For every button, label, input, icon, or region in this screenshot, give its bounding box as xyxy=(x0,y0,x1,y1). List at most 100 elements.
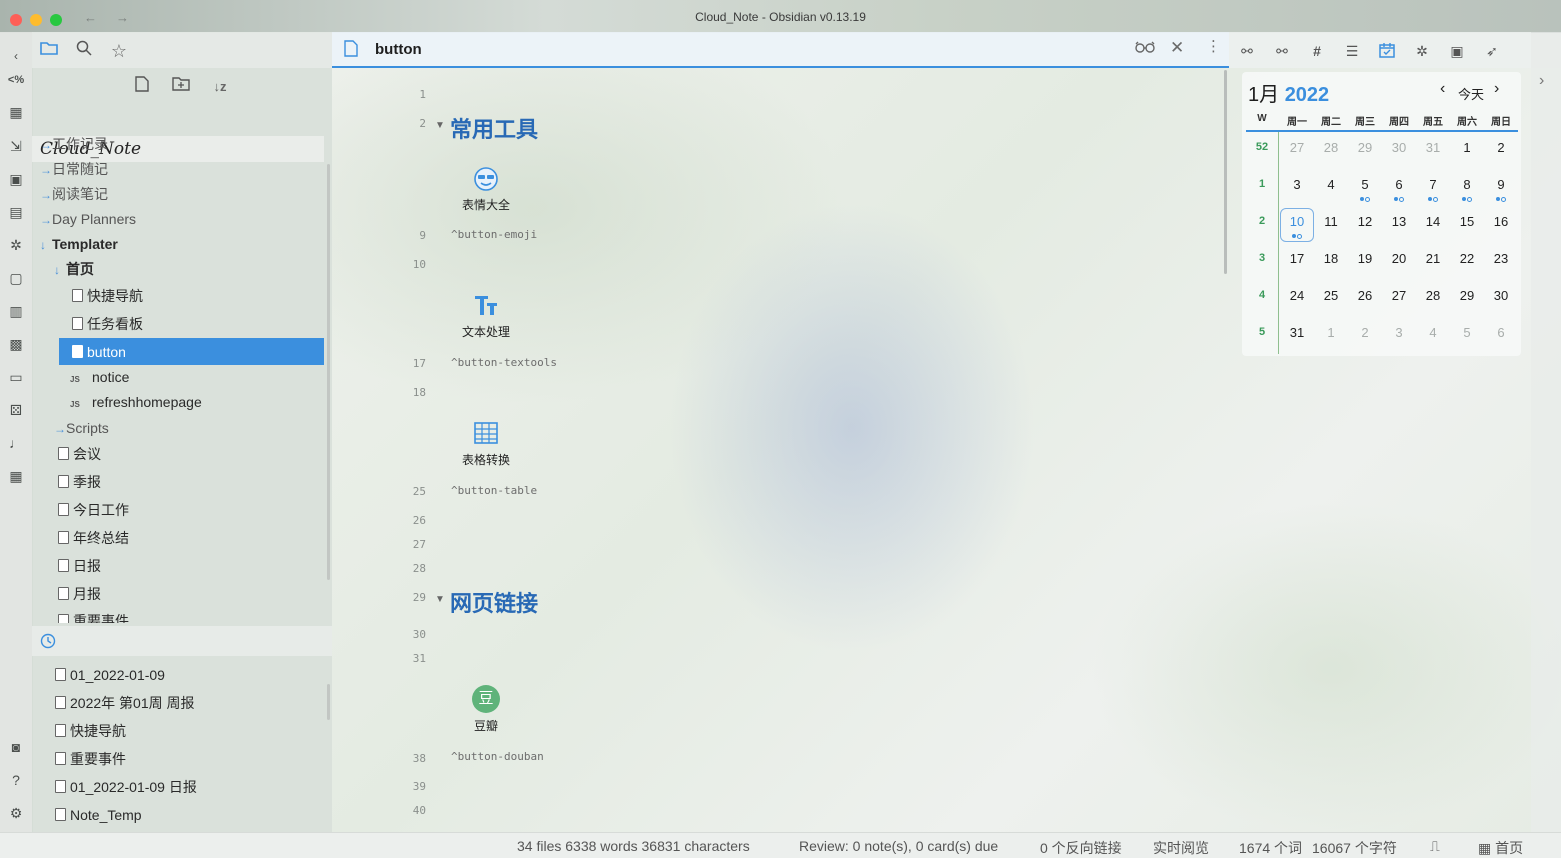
tree-file-refreshhomepage[interactable]: JS refreshhomepage xyxy=(70,390,202,414)
recent-file-item[interactable]: 重要事件 xyxy=(55,747,126,771)
tree-folder-day-planners[interactable]: →Day Planners xyxy=(40,207,136,231)
calendar-day[interactable]: 5 xyxy=(1450,325,1484,340)
calendar-day[interactable]: 18 xyxy=(1314,251,1348,266)
calendar-day[interactable]: 6 xyxy=(1382,177,1416,192)
star-icon[interactable]: ☆ xyxy=(108,40,130,62)
calendar-day[interactable]: 4 xyxy=(1314,177,1348,192)
calendar-day[interactable]: 20 xyxy=(1382,251,1416,266)
tree-file-月报[interactable]: 月报 xyxy=(58,582,101,606)
inbox-icon[interactable]: ▭ xyxy=(6,367,26,387)
tree-file-日报[interactable]: 日报 xyxy=(58,554,101,578)
calendar-day[interactable]: 4 xyxy=(1416,325,1450,340)
expand-right-panel-icon[interactable]: › xyxy=(1539,72,1544,90)
previous-month-icon[interactable]: ‹ xyxy=(1440,80,1445,98)
calendar-day[interactable]: 31 xyxy=(1280,325,1314,340)
tree-file-年终总结[interactable]: 年终总结 xyxy=(58,526,129,550)
tree-file-会议[interactable]: 会议 xyxy=(58,442,101,466)
sort-icon[interactable]: ↓z xyxy=(209,76,231,98)
calendar-day[interactable]: 16 xyxy=(1484,214,1518,229)
tree-file-任务看板[interactable]: 任务看板 xyxy=(72,312,143,336)
file-explorer-icon[interactable] xyxy=(38,40,60,62)
tree-folder-阅读笔记[interactable]: →阅读笔记 xyxy=(40,182,108,206)
tree-folder-templater[interactable]: ↓ Templater xyxy=(40,232,118,256)
graph-view-icon[interactable]: ✲ xyxy=(1413,42,1431,60)
close-tab-icon[interactable]: ✕ xyxy=(1170,38,1184,58)
calendar-day[interactable]: 21 xyxy=(1416,251,1450,266)
review-status[interactable]: Review: 0 note(s), 0 card(s) due xyxy=(799,838,998,854)
tree-scrollbar[interactable] xyxy=(327,164,330,580)
outgoing-links-icon[interactable]: ⚯ xyxy=(1273,42,1291,60)
tree-file-重要事件[interactable]: 重要事件 xyxy=(58,609,129,623)
settings-gear-icon[interactable]: ⚙ xyxy=(6,803,26,823)
calendar-day[interactable]: 6 xyxy=(1484,325,1518,340)
tags-hash-icon[interactable]: # xyxy=(1308,42,1326,60)
tree-folder-日常随记[interactable]: →日常随记 xyxy=(40,157,108,181)
more-options-icon[interactable]: ⋮ xyxy=(1206,37,1221,55)
calendar-day[interactable]: 29 xyxy=(1348,140,1382,155)
backlinks-icon[interactable]: ⚯ xyxy=(1238,42,1256,60)
calendar-day[interactable]: 9 xyxy=(1484,177,1518,192)
calendar-day[interactable]: 30 xyxy=(1382,140,1416,155)
book-icon[interactable]: ▣ xyxy=(6,169,26,189)
homepage-link[interactable]: ▦ 首页 xyxy=(1478,838,1523,858)
help-icon[interactable]: ? xyxy=(6,770,26,790)
calendar-day[interactable]: 31 xyxy=(1416,140,1450,155)
calendar-day[interactable]: 7 xyxy=(1416,177,1450,192)
tree-file-button[interactable]: button xyxy=(72,340,126,364)
notes-icon[interactable]: ▤ xyxy=(6,202,26,222)
backlinks-count[interactable]: 0 个反向链接 xyxy=(1040,838,1122,858)
today-button[interactable]: 今天 xyxy=(1458,84,1484,103)
note-title[interactable]: button xyxy=(375,41,422,58)
sync-icon[interactable]: ⎍ xyxy=(1430,838,1440,855)
calendar-day[interactable]: 15 xyxy=(1450,214,1484,229)
recent-file-item[interactable]: 2022年 第01周 周报 xyxy=(55,691,195,715)
recent-file-item[interactable]: 01_2022-01-09 日报 xyxy=(55,775,197,799)
week-number[interactable]: 52 xyxy=(1247,141,1277,153)
calendar-day[interactable]: 23 xyxy=(1484,251,1518,266)
cards-icon[interactable]: ▥ xyxy=(6,301,26,321)
calendar-day[interactable]: 1 xyxy=(1314,325,1348,340)
calendar-day[interactable]: 26 xyxy=(1348,288,1382,303)
recent-file-item[interactable]: 快捷导航 xyxy=(55,719,126,743)
recent-file-item[interactable]: 01_2022-01-09 xyxy=(55,663,165,687)
calendar-day[interactable]: 27 xyxy=(1280,140,1314,155)
vault-icon[interactable]: ◙ xyxy=(6,737,26,757)
microphone-icon[interactable]: ♩ xyxy=(6,433,26,453)
calendar-day[interactable]: 3 xyxy=(1382,325,1416,340)
outline-list-icon[interactable]: ☰ xyxy=(1343,42,1361,60)
fold-chevron-icon[interactable]: ▼ xyxy=(435,120,445,131)
calendar-day[interactable]: 8 xyxy=(1450,177,1484,192)
templater-icon[interactable]: <% xyxy=(6,70,26,90)
apps-icon[interactable]: ▩ xyxy=(6,334,26,354)
search-icon[interactable] xyxy=(73,40,95,62)
calendar-day[interactable]: 2 xyxy=(1348,325,1382,340)
editor-mode[interactable]: 实时阅览 xyxy=(1153,838,1209,858)
calendar-day[interactable]: 10 xyxy=(1280,214,1314,229)
calendar-day[interactable]: 3 xyxy=(1280,177,1314,192)
week-number[interactable]: 2 xyxy=(1247,215,1277,227)
tree-folder-scripts[interactable]: →Scripts xyxy=(54,416,109,440)
editor-scrollbar[interactable] xyxy=(1224,70,1227,274)
fold-chevron-icon[interactable]: ▼ xyxy=(435,594,445,605)
tree-folder-工作记录[interactable]: →工作记录 xyxy=(40,132,108,156)
week-number[interactable]: 4 xyxy=(1247,289,1277,301)
calendar-day[interactable]: 28 xyxy=(1416,288,1450,303)
table-icon[interactable]: ▦ xyxy=(6,102,26,122)
calendar-day[interactable]: 12 xyxy=(1348,214,1382,229)
calendar-day[interactable]: 19 xyxy=(1348,251,1382,266)
new-note-icon[interactable] xyxy=(131,76,153,98)
recent-scrollbar[interactable] xyxy=(327,684,330,720)
tree-folder-首页[interactable]: ↓ 首页 xyxy=(54,257,94,281)
douban-button[interactable]: 豆 豆瓣 xyxy=(446,685,526,734)
graph-icon[interactable]: ⇲ xyxy=(6,136,26,156)
bookmark-icon[interactable]: ▣ xyxy=(1448,42,1466,60)
calendar-check-icon[interactable]: ▢ xyxy=(6,268,26,288)
clock-icon[interactable] xyxy=(40,633,56,649)
tree-file-notice[interactable]: JS notice xyxy=(70,365,129,389)
tree-file-季报[interactable]: 季报 xyxy=(58,470,101,494)
week-number[interactable]: 3 xyxy=(1247,252,1277,264)
dice-icon[interactable]: ⚄ xyxy=(6,400,26,420)
cursor-icon[interactable]: ➶ xyxy=(1483,42,1501,60)
calendar-day[interactable]: 14 xyxy=(1416,214,1450,229)
calendar-day[interactable]: 17 xyxy=(1280,251,1314,266)
